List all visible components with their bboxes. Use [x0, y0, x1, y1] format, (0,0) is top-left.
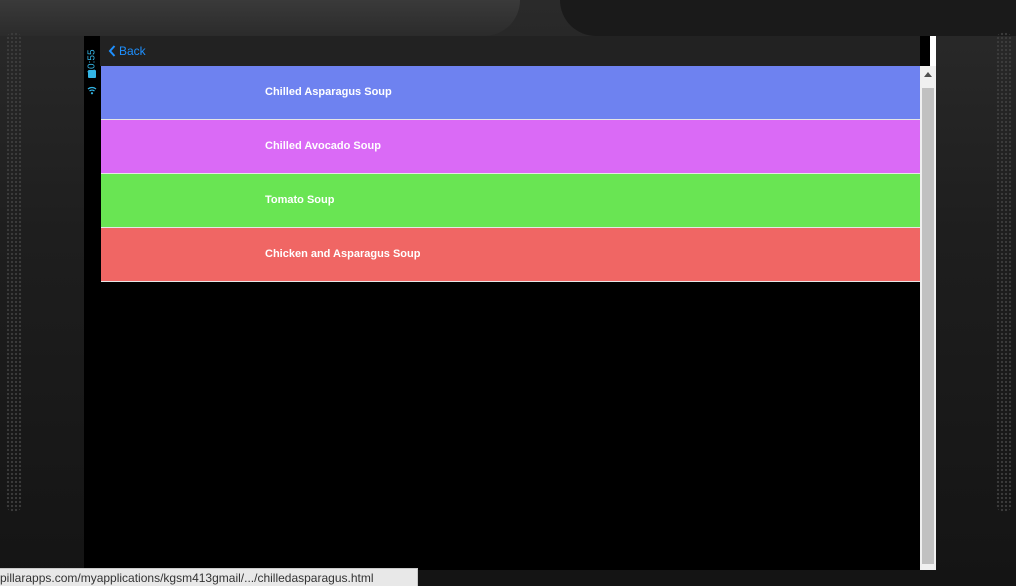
device-screen: 10:55 Back Chilled Asparagus Soup Chille… [84, 36, 936, 570]
chevron-left-icon [108, 45, 116, 57]
back-button[interactable]: Back [108, 41, 146, 61]
list-item[interactable]: Chilled Avocado Soup [101, 120, 920, 174]
list-item[interactable]: Chilled Asparagus Soup [101, 66, 920, 120]
back-label: Back [119, 44, 146, 58]
list-item-label: Tomato Soup [265, 193, 335, 206]
right-speaker-grille [996, 32, 1012, 512]
app-header: Back [100, 36, 920, 66]
scroll-thumb[interactable] [922, 88, 934, 564]
browser-status-url: pillarapps.com/myapplications/kgsm413gma… [0, 568, 418, 586]
list-item[interactable]: Chicken and Asparagus Soup [101, 228, 920, 282]
list-item-label: Chilled Asparagus Soup [265, 85, 392, 98]
soup-list: Chilled Asparagus Soup Chilled Avocado So… [101, 66, 920, 282]
left-speaker-grille [6, 32, 22, 512]
bezel-top [560, 0, 1016, 36]
tablet-frame: 10:55 Back Chilled Asparagus Soup Chille… [0, 0, 1016, 586]
window-edge [930, 36, 936, 66]
wifi-icon [87, 82, 97, 95]
vertical-scrollbar[interactable] [920, 66, 936, 570]
list-item[interactable]: Tomato Soup [101, 174, 920, 228]
scroll-up-arrow-icon[interactable] [920, 66, 936, 82]
list-item-label: Chicken and Asparagus Soup [265, 247, 421, 260]
bezel-highlight [0, 0, 520, 36]
system-status-bar: 10:55 [84, 36, 100, 570]
list-item-label: Chilled Avocado Soup [265, 139, 381, 152]
battery-icon [88, 70, 96, 78]
